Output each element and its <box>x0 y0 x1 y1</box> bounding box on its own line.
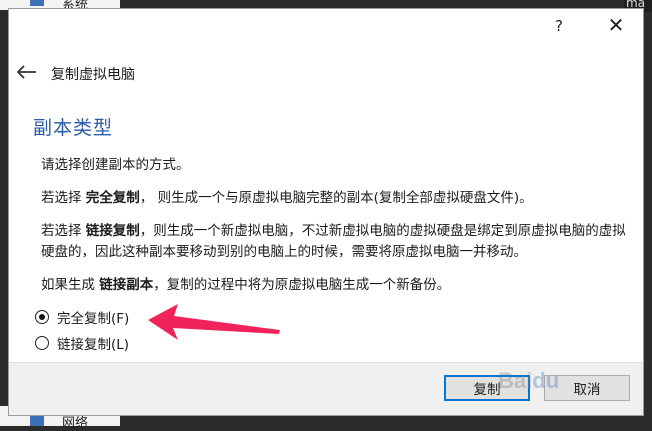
network-icon <box>30 416 44 426</box>
close-button[interactable]: ✕ <box>603 13 629 37</box>
text-prefix: 若选择 <box>41 190 86 206</box>
full-clone-term: 完全复制 <box>85 190 140 206</box>
linked-clone-description: 若选择 链接复制，则生成一个新虚拟电脑，不过新虚拟电脑的虚拟硬盘是绑定到原虚拟电… <box>41 221 631 263</box>
radio-full-clone[interactable]: 完全复制(F) <box>35 307 129 327</box>
button-bar: 复制 取消 <box>9 362 643 415</box>
text-rest: ，复制的过程中将为原虚拟电脑生成一个新备份。 <box>153 277 451 293</box>
back-arrow-icon[interactable] <box>14 64 40 80</box>
section-title: 副本类型 <box>33 117 114 139</box>
cancel-button[interactable]: 取消 <box>544 375 630 401</box>
radio-linked-clone[interactable]: 链接复制(L) <box>35 333 129 353</box>
linked-clone-term: 链接复制 <box>85 223 140 239</box>
radio-button-checked[interactable] <box>35 310 49 324</box>
dialog-title: 复制虚拟电脑 <box>51 67 135 83</box>
snapshot-description: 如果生成 链接副本，复制的过程中将为原虚拟电脑生成一个新备份。 <box>41 275 631 296</box>
radio-label: 链接复制(L) <box>57 337 130 353</box>
copy-button[interactable]: 复制 <box>444 375 530 401</box>
radio-button-unchecked[interactable] <box>35 336 49 350</box>
text-prefix: 若选择 <box>41 223 86 239</box>
linked-copy-term: 链接副本 <box>99 277 154 293</box>
full-clone-description: 若选择 完全复制， 则生成一个与原虚拟电脑完整的副本(复制全部虚拟硬盘文件)。 <box>41 188 631 209</box>
radio-label: 完全复制(F) <box>57 311 130 327</box>
text-rest: ， 则生成一个与原虚拟电脑完整的副本(复制全部虚拟硬盘文件)。 <box>139 190 533 206</box>
description: 请选择创建副本的方式。 若选择 完全复制， 则生成一个与原虚拟电脑完整的副本(复… <box>41 155 631 308</box>
folder-icon <box>30 0 44 6</box>
text-prefix: 如果生成 <box>41 277 100 293</box>
clone-vm-dialog: ? ✕ 复制虚拟电脑 副本类型 请选择创建副本的方式。 若选择 完全复制， 则生… <box>8 8 644 416</box>
help-button[interactable]: ? <box>549 17 569 35</box>
intro-text: 请选择创建副本的方式。 <box>41 157 190 173</box>
